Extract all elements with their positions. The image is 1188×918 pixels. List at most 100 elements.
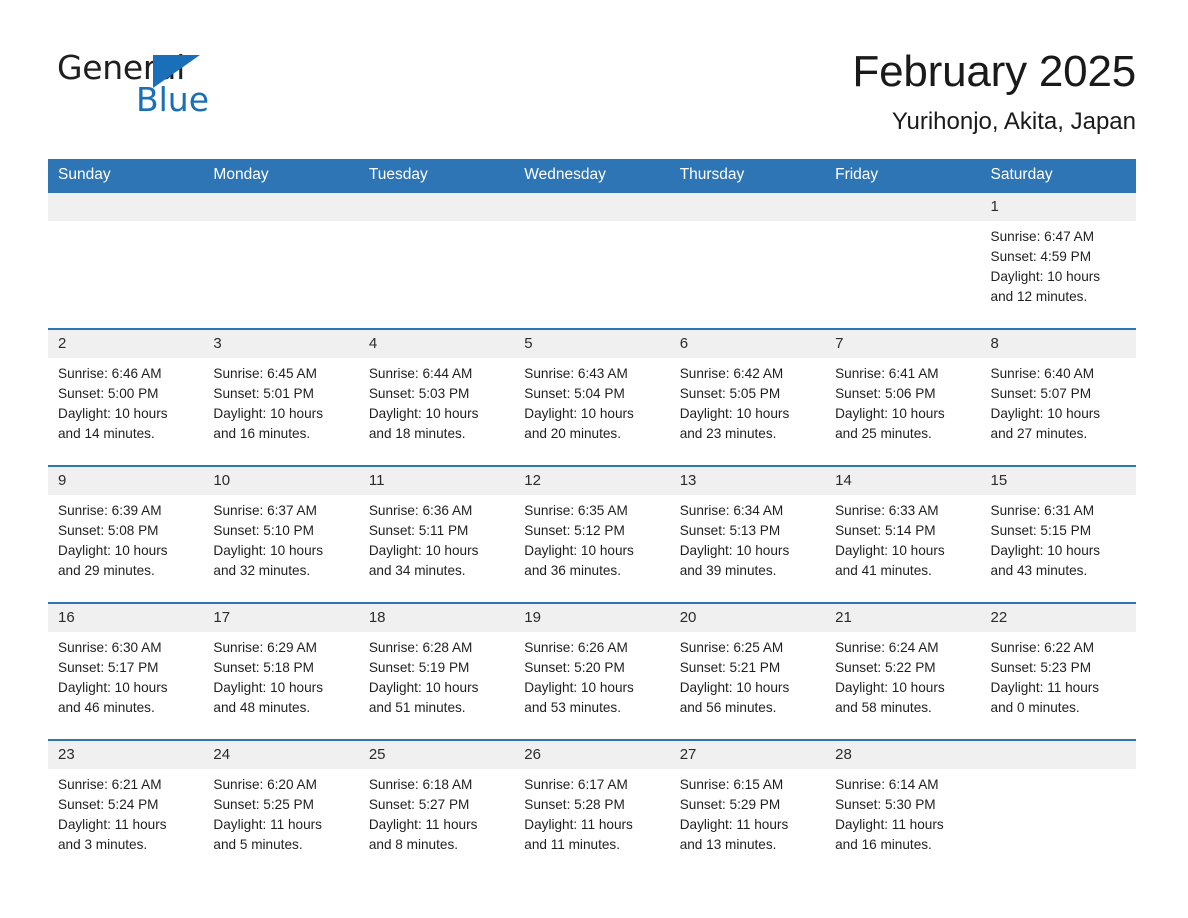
day-details: Sunrise: 6:30 AM Sunset: 5:17 PM Daylight:… [48,632,203,719]
calendar-day-cell[interactable]: 20 Sunrise: 6:25 AM Sunset: 5:21 PM Dayligh… [669,601,826,740]
calendar-day-cell[interactable]: 2 Sunrise: 6:46 AM Sunset: 5:00 PM Daylight… [48,327,204,466]
sunrise-time: Sunrise: 6:25 AM [679,639,784,655]
calendar-day-cell[interactable]: 25 Sunrise: 6:18 AM Sunset: 5:27 PM Dayligh… [358,738,515,876]
day-number [48,192,204,221]
sunrise-time: Sunrise: 6:18 AM [368,776,473,792]
daylight-duration-line1: Daylight: 10 hours [368,680,479,695]
sunset-time: Sunset: 5:01 PM [213,385,314,401]
sunset-time: Sunset: 5:15 PM [990,522,1092,538]
calendar-day-cell[interactable]: 3 Sunrise: 6:45 AM Sunset: 5:01 PM Daylight… [203,327,359,466]
calendar-day-cell[interactable]: 23 Sunrise: 6:21 AM Sunset: 5:24 PM Dayligh… [48,738,204,876]
daylight-duration-line1: Daylight: 10 hours [58,406,168,421]
calendar-week-row: 1 Sunrise: 6:47 AM Sunset: 4:59 PM Daylight… [48,192,1136,329]
calendar-empty-cell [825,192,981,329]
calendar-day-cell[interactable]: 19 Sunrise: 6:26 AM Sunset: 5:20 PM Dayligh… [514,601,670,740]
calendar-day-cell[interactable]: 17 Sunrise: 6:29 AM Sunset: 5:18 PM Dayligh… [203,601,359,740]
sunrise-time: Sunrise: 6:46 AM [58,365,162,381]
calendar-day-cell[interactable]: 5 Sunrise: 6:43 AM Sunset: 5:04 PM Daylight… [514,327,670,466]
calendar-day-cell[interactable]: 26 Sunrise: 6:17 AM Sunset: 5:28 PM Dayligh… [514,738,670,876]
daylight-duration-line2: and 53 minutes. [524,700,621,716]
day-number: 20 [669,603,826,632]
daylight-duration-line2: and 11 minutes. [524,837,620,853]
sunrise-time: Sunrise: 6:45 AM [213,365,317,381]
daylight-duration-line1: Daylight: 10 hours [368,406,479,421]
day-number: 19 [514,603,670,632]
daylight-duration-line2: and 48 minutes. [213,700,311,716]
calendar-day-cell[interactable]: 10 Sunrise: 6:37 AM Sunset: 5:10 PM Dayligh… [203,464,359,603]
day-number: 5 [514,329,670,358]
sunrise-time: Sunrise: 6:30 AM [58,639,162,655]
sunrise-time: Sunrise: 6:31 AM [990,502,1095,518]
calendar-day-cell[interactable]: 18 Sunrise: 6:28 AM Sunset: 5:19 PM Dayligh… [358,601,515,740]
daylight-duration-line2: and 58 minutes. [835,700,932,716]
calendar-day-cell[interactable]: 27 Sunrise: 6:15 AM Sunset: 5:29 PM Dayligh… [669,738,826,876]
calendar-day-cell[interactable]: 12 Sunrise: 6:35 AM Sunset: 5:12 PM Dayligh… [514,464,670,603]
daylight-duration-line2: and 5 minutes. [213,837,303,853]
calendar-day-cell[interactable]: 11 Sunrise: 6:36 AM Sunset: 5:11 PM Dayligh… [358,464,515,603]
sunset-time: Sunset: 5:06 PM [835,385,936,401]
calendar-day-cell[interactable]: 6 Sunrise: 6:42 AM Sunset: 5:05 PM Daylight… [669,327,826,466]
calendar-header-row: Sunday Monday Tuesday Wednesday Thursday… [48,159,1136,193]
day-details: Sunrise: 6:45 AM Sunset: 5:01 PM Daylight:… [203,358,358,445]
day-details: Sunrise: 6:42 AM Sunset: 5:05 PM Daylight:… [670,358,825,445]
sunrise-time: Sunrise: 6:34 AM [679,502,784,518]
day-number: 22 [980,603,1136,632]
day-number: 4 [358,329,515,358]
calendar-day-cell[interactable]: 8 Sunrise: 6:40 AM Sunset: 5:07 PM Daylight… [980,327,1136,466]
sunrise-time: Sunrise: 6:21 AM [58,776,162,792]
calendar-day-cell[interactable]: 24 Sunrise: 6:20 AM Sunset: 5:25 PM Dayligh… [203,738,359,876]
day-number: 13 [669,466,826,495]
day-details: Sunrise: 6:47 AM Sunset: 4:59 PM Daylight:… [981,221,1136,308]
day-details: Sunrise: 6:17 AM Sunset: 5:28 PM Daylight:… [514,769,669,856]
sunset-time: Sunset: 5:11 PM [368,522,469,538]
daylight-duration-line2: and 8 minutes. [368,837,459,853]
day-details: Sunrise: 6:33 AM Sunset: 5:14 PM Daylight:… [825,495,980,582]
calendar-day-cell[interactable]: 9 Sunrise: 6:39 AM Sunset: 5:08 PM Daylight… [48,464,204,603]
calendar-body: 1 Sunrise: 6:47 AM Sunset: 4:59 PM Daylight… [48,192,1136,876]
calendar-day-cell[interactable]: 1 Sunrise: 6:47 AM Sunset: 4:59 PM Daylight… [980,192,1136,329]
calendar-week-row: 2 Sunrise: 6:46 AM Sunset: 5:00 PM Daylight… [48,327,1136,466]
day-number [514,192,670,221]
sunset-time: Sunset: 5:08 PM [58,522,159,538]
day-number: 11 [358,466,515,495]
calendar-day-cell[interactable]: 16 Sunrise: 6:30 AM Sunset: 5:17 PM Dayligh… [48,601,204,740]
sunset-time: Sunset: 5:05 PM [679,385,781,401]
day-number [203,192,359,221]
calendar-day-cell[interactable]: 4 Sunrise: 6:44 AM Sunset: 5:03 PM Daylight… [358,327,515,466]
sunset-time: Sunset: 5:19 PM [368,659,470,675]
day-details: Sunrise: 6:35 AM Sunset: 5:12 PM Daylight:… [514,495,669,582]
daylight-duration-line1: Daylight: 11 hours [679,817,789,832]
calendar-day-cell[interactable]: 21 Sunrise: 6:24 AM Sunset: 5:22 PM Dayligh… [825,601,981,740]
day-details: Sunrise: 6:31 AM Sunset: 5:15 PM Daylight:… [981,495,1136,582]
daylight-duration-line2: and 32 minutes. [213,563,311,579]
sunrise-time: Sunrise: 6:14 AM [835,776,939,792]
calendar-day-cell[interactable]: 7 Sunrise: 6:41 AM Sunset: 5:06 PM Daylight… [825,327,981,466]
daylight-duration-line1: Daylight: 11 hours [524,817,633,832]
daylight-duration-line2: and 29 minutes. [58,563,155,579]
daylight-duration-line1: Daylight: 10 hours [58,680,168,695]
day-details: Sunrise: 6:25 AM Sunset: 5:21 PM Daylight:… [670,632,825,719]
generalblue-logo[interactable]: General Blue [57,47,257,119]
sunset-time: Sunset: 5:27 PM [368,796,470,812]
daylight-duration-line2: and 34 minutes. [368,563,466,579]
daylight-duration-line1: Daylight: 11 hours [58,817,167,832]
calendar-day-cell[interactable]: 14 Sunrise: 6:33 AM Sunset: 5:14 PM Dayligh… [825,464,981,603]
title-block: February 2025 Yurihonjo, Akita, Japan [852,47,1136,135]
sunrise-time: Sunrise: 6:42 AM [679,365,784,381]
calendar-day-cell[interactable]: 28 Sunrise: 6:14 AM Sunset: 5:30 PM Dayligh… [825,738,981,876]
day-number: 9 [48,466,204,495]
calendar-day-cell[interactable]: 13 Sunrise: 6:34 AM Sunset: 5:13 PM Dayligh… [669,464,826,603]
day-number [669,192,826,221]
day-number: 6 [669,329,826,358]
daylight-duration-line1: Daylight: 10 hours [524,543,634,558]
location-subtitle: Yurihonjo, Akita, Japan [891,107,1136,135]
calendar-empty-cell [358,192,515,329]
calendar-day-cell[interactable]: 15 Sunrise: 6:31 AM Sunset: 5:15 PM Dayligh… [980,464,1136,603]
day-number [980,740,1136,769]
sunrise-time: Sunrise: 6:44 AM [368,365,473,381]
weekday-header-thursday: Thursday [669,159,826,193]
calendar-day-cell[interactable]: 22 Sunrise: 6:22 AM Sunset: 5:23 PM Dayligh… [980,601,1136,740]
daylight-duration-line2: and 39 minutes. [679,563,777,579]
daylight-duration-line1: Daylight: 10 hours [679,543,790,558]
weekday-header-friday: Friday [825,159,981,193]
